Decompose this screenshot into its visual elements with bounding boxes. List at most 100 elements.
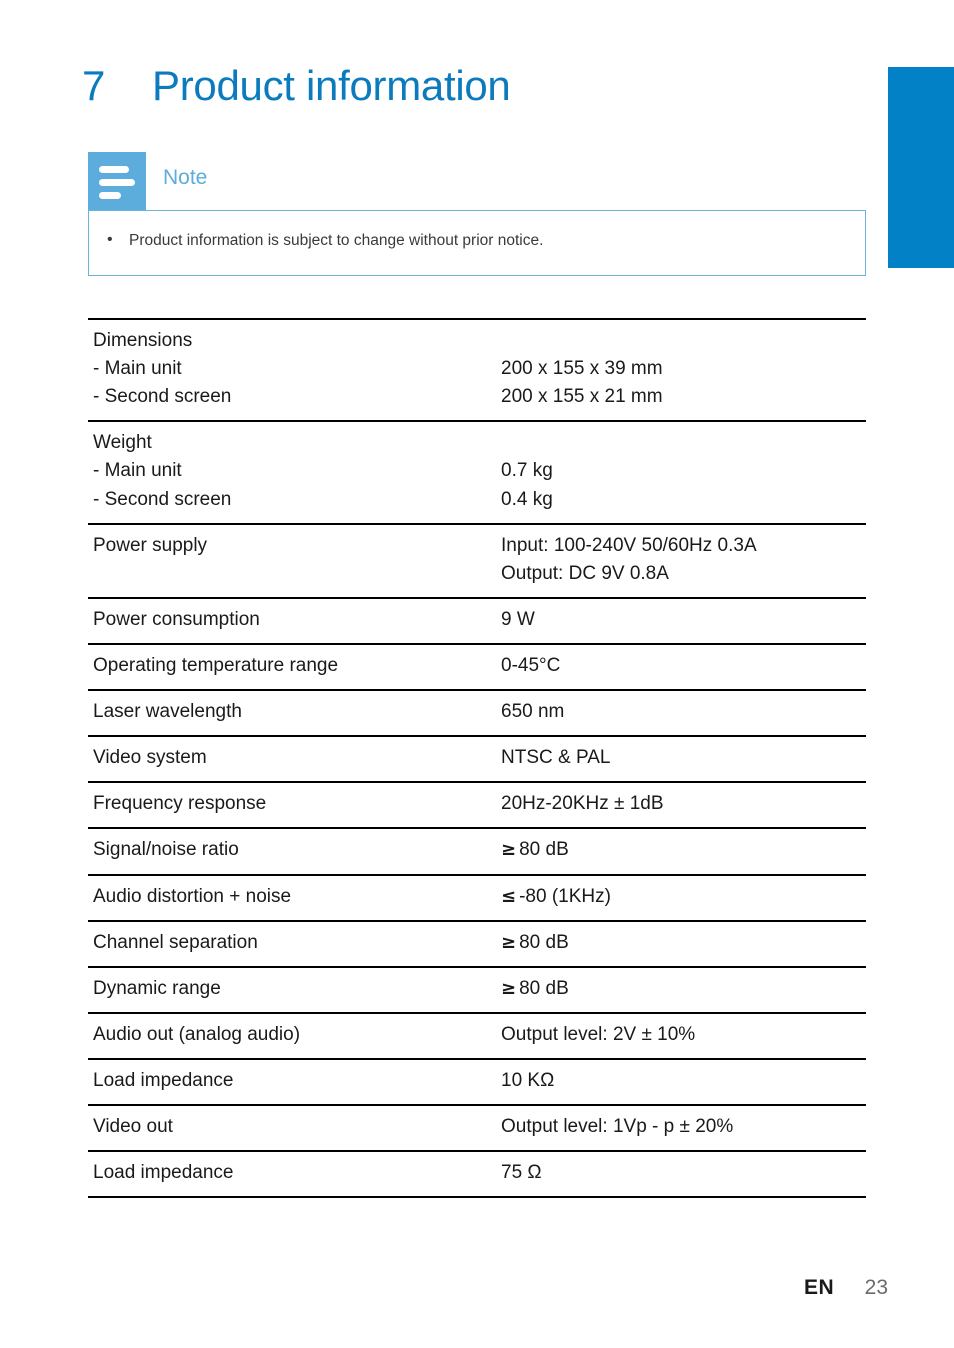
spec-value-line: NTSC & PAL [501, 747, 611, 769]
spec-value-line: 0.7 kg [501, 460, 553, 482]
spec-label-cell: Video system [88, 736, 497, 782]
spec-value-cell: 20Hz-20KHz ± 1dB [497, 782, 866, 828]
spec-value-line: Input: 100-240V 50/60Hz 0.3A [501, 534, 757, 556]
spec-value-line [501, 327, 866, 355]
note-item-text: Product information is subject to change… [129, 232, 544, 249]
table-row: Channel separation ≥80 dB [88, 920, 866, 967]
note-body: • Product information is subject to chan… [88, 210, 866, 276]
spec-value-line: Output level: 2V ± 10% [501, 1023, 696, 1045]
spec-label-cell: Channel separation [88, 921, 497, 967]
spec-value-cell: Input: 100-240V 50/60Hz 0.3A Output: DC … [497, 524, 866, 598]
table-row: Power consumption 9 W [88, 597, 866, 644]
spec-label-line: Power supply [93, 534, 208, 556]
spec-label-cell: Dynamic range [88, 967, 497, 1013]
table-row: Signal/noise ratio ≥80 dB [88, 828, 866, 874]
spec-value-cell: ≤ -80 (1KHz) [497, 875, 866, 921]
spec-value-cell: ≥80 dB [497, 967, 866, 1013]
less-equal-symbol: ≤ [501, 885, 517, 907]
spec-value-line: 80 dB [519, 931, 569, 953]
spec-label-line: Signal/noise ratio [93, 839, 239, 861]
spec-value-cell: NTSC & PAL [497, 736, 866, 782]
spec-label-line: Video out [93, 1116, 173, 1138]
table-row: Dynamic range ≥80 dB [88, 966, 866, 1013]
table-row: Audio out (analog audio) Output level: 2… [88, 1012, 866, 1059]
spec-label-line: Laser wavelength [93, 701, 242, 723]
spec-value-line: 10 KΩ [501, 1069, 555, 1091]
spec-value-cell: 200 x 155 x 39 mm 200 x 155 x 21 mm [497, 319, 866, 421]
spec-label-cell: Power consumption [88, 598, 497, 644]
language-side-tab: English [888, 2, 954, 268]
spec-value-cell: Output level: 1Vp - p ± 20% [497, 1105, 866, 1151]
greater-equal-symbol: ≥ [501, 931, 517, 953]
spec-value-cell: ≥80 dB [497, 828, 866, 874]
spec-value-cell: Output level: 2V ± 10% [497, 1013, 866, 1059]
spec-label-cell: Frequency response [88, 782, 497, 828]
note-icon-bar-3 [99, 192, 121, 199]
note-icon-bar-1 [99, 166, 129, 173]
table-row: Operating temperature range 0-45°C [88, 643, 866, 690]
spec-label-line: Channel separation [93, 931, 258, 953]
spec-value-line: -80 (1KHz) [519, 885, 611, 907]
table-row: Dimensions - Main unit - Second screen 2… [88, 319, 866, 421]
page-title: 7 Product information [82, 62, 511, 110]
spec-label-line: Operating temperature range [93, 654, 339, 676]
spec-value-line: 200 x 155 x 39 mm [501, 358, 663, 380]
spec-label-cell: Dimensions - Main unit - Second screen [88, 319, 497, 421]
table-row: Video out Output level: 1Vp - p ± 20% [88, 1105, 866, 1151]
greater-equal-symbol: ≥ [501, 977, 517, 999]
note-title: Note [163, 166, 208, 189]
chapter-number: 7 [82, 62, 106, 109]
spec-label-cell: Video out [88, 1105, 497, 1151]
spec-label-cell: Load impedance [88, 1151, 497, 1197]
table-row: Power supply Input: 100-240V 50/60Hz 0.3… [88, 523, 866, 598]
spec-label-line: Load impedance [93, 1162, 234, 1184]
table-row: Video system NTSC & PAL [88, 736, 866, 782]
table-row: Load impedance 10 KΩ [88, 1058, 866, 1105]
spec-label-cell: Operating temperature range [88, 644, 497, 690]
document-page: English 7 Product information Note • Pro… [0, 0, 954, 1348]
spec-value-line: Output: DC 9V 0.8A [501, 562, 669, 584]
spec-label-line: Video system [93, 747, 207, 769]
specifications-table: Dimensions - Main unit - Second screen 2… [88, 318, 866, 1198]
spec-value-cell: 0.7 kg 0.4 kg [497, 421, 866, 523]
spec-label-line: Frequency response [93, 793, 267, 815]
table-row: Weight - Main unit - Second screen 0.7 k… [88, 421, 866, 523]
spec-label-line: - Second screen [93, 386, 232, 408]
spec-value-line: Output level: 1Vp - p ± 20% [501, 1116, 734, 1138]
spec-value-line [501, 429, 866, 457]
spec-value-line: 80 dB [519, 977, 569, 999]
spec-value-cell: 9 W [497, 598, 866, 644]
spec-label-cell: Signal/noise ratio [88, 828, 497, 874]
note-list-item: • Product information is subject to chan… [107, 232, 543, 250]
spec-label-line: - Main unit [93, 460, 182, 482]
spec-label-line: - Main unit [93, 358, 182, 380]
spec-value-line: 9 W [501, 608, 535, 630]
spec-value-cell: ≥80 dB [497, 921, 866, 967]
spec-label-cell: Weight - Main unit - Second screen [88, 421, 497, 523]
footer-page-number: 23 [864, 1276, 888, 1299]
spec-value-line: 0-45°C [501, 654, 561, 676]
spec-value-line: 75 Ω [501, 1162, 542, 1184]
spec-label-cell: Audio out (analog audio) [88, 1013, 497, 1059]
footer-inner: EN 23 [804, 1276, 888, 1300]
note-header: Note [88, 152, 866, 210]
spec-value-cell: 10 KΩ [497, 1059, 866, 1105]
spec-value-cell: 75 Ω [497, 1151, 866, 1197]
spec-value-line: 0.4 kg [501, 488, 553, 510]
spec-label-line: - Second screen [93, 488, 232, 510]
spec-label-line: Dimensions [93, 330, 193, 351]
chapter-title: Product information [152, 62, 511, 109]
spec-label-line: Audio distortion + noise [93, 885, 292, 907]
spec-label-cell: Load impedance [88, 1059, 497, 1105]
spec-value-line: 200 x 155 x 21 mm [501, 386, 663, 408]
language-side-tab-label: English [912, 2, 929, 63]
table-row: Load impedance 75 Ω [88, 1151, 866, 1198]
spec-value-line: 80 dB [519, 839, 569, 861]
page-footer: EN 23 [0, 1276, 888, 1300]
table-row: Laser wavelength 650 nm [88, 690, 866, 736]
spec-value-line: 20Hz-20KHz ± 1dB [501, 793, 664, 815]
spec-label-cell: Power supply [88, 524, 497, 598]
specifications-table-body: Dimensions - Main unit - Second screen 2… [88, 319, 866, 1198]
spec-label-cell: Laser wavelength [88, 690, 497, 736]
spec-label-line: Weight [93, 432, 152, 454]
